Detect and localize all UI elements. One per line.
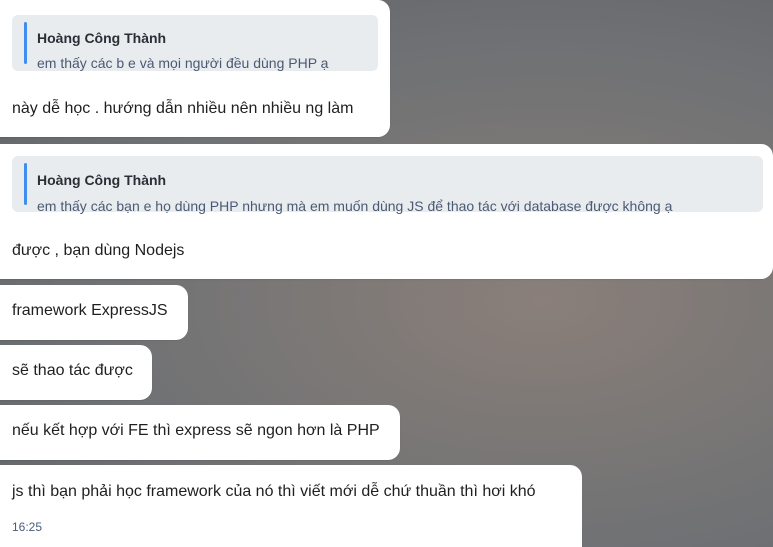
reply-quote-author: Hoàng Công Thành [37,30,167,46]
message-text: framework ExpressJS [12,302,168,319]
message-text: này dễ học . hướng dẫn nhiều nên nhiều n… [12,100,354,117]
message-bubble[interactable]: Hoàng Công Thành em thấy các b e và mọi … [0,0,390,137]
message-timestamp: 16:25 [12,520,43,534]
reply-quote-bar [24,22,27,64]
message-text: nếu kết hợp với FE thì express sẽ ngon h… [12,422,380,439]
reply-quote-bar [24,163,27,205]
reply-quote-text: em thấy các bạn e họ dùng PHP nhưng mà e… [37,198,673,214]
reply-quote-text: em thấy các b e và mọi người đều dùng PH… [37,55,329,71]
message-text: được , bạn dùng Nodejs [12,242,185,259]
message-bubble[interactable]: nếu kết hợp với FE thì express sẽ ngon h… [0,405,400,460]
message-bubble[interactable]: sẽ thao tác được [0,345,152,400]
message-bubble[interactable]: js thì bạn phải học framework của nó thì… [0,465,582,547]
message-bubble[interactable]: framework ExpressJS [0,285,188,340]
message-text: sẽ thao tác được [12,362,133,379]
message-text: js thì bạn phải học framework của nó thì… [12,483,536,500]
message-bubble[interactable]: Hoàng Công Thành em thấy các bạn e họ dù… [0,144,773,279]
chat-message-list[interactable]: Hoàng Công Thành em thấy các b e và mọi … [0,0,773,547]
reply-quote-author: Hoàng Công Thành [37,172,167,188]
